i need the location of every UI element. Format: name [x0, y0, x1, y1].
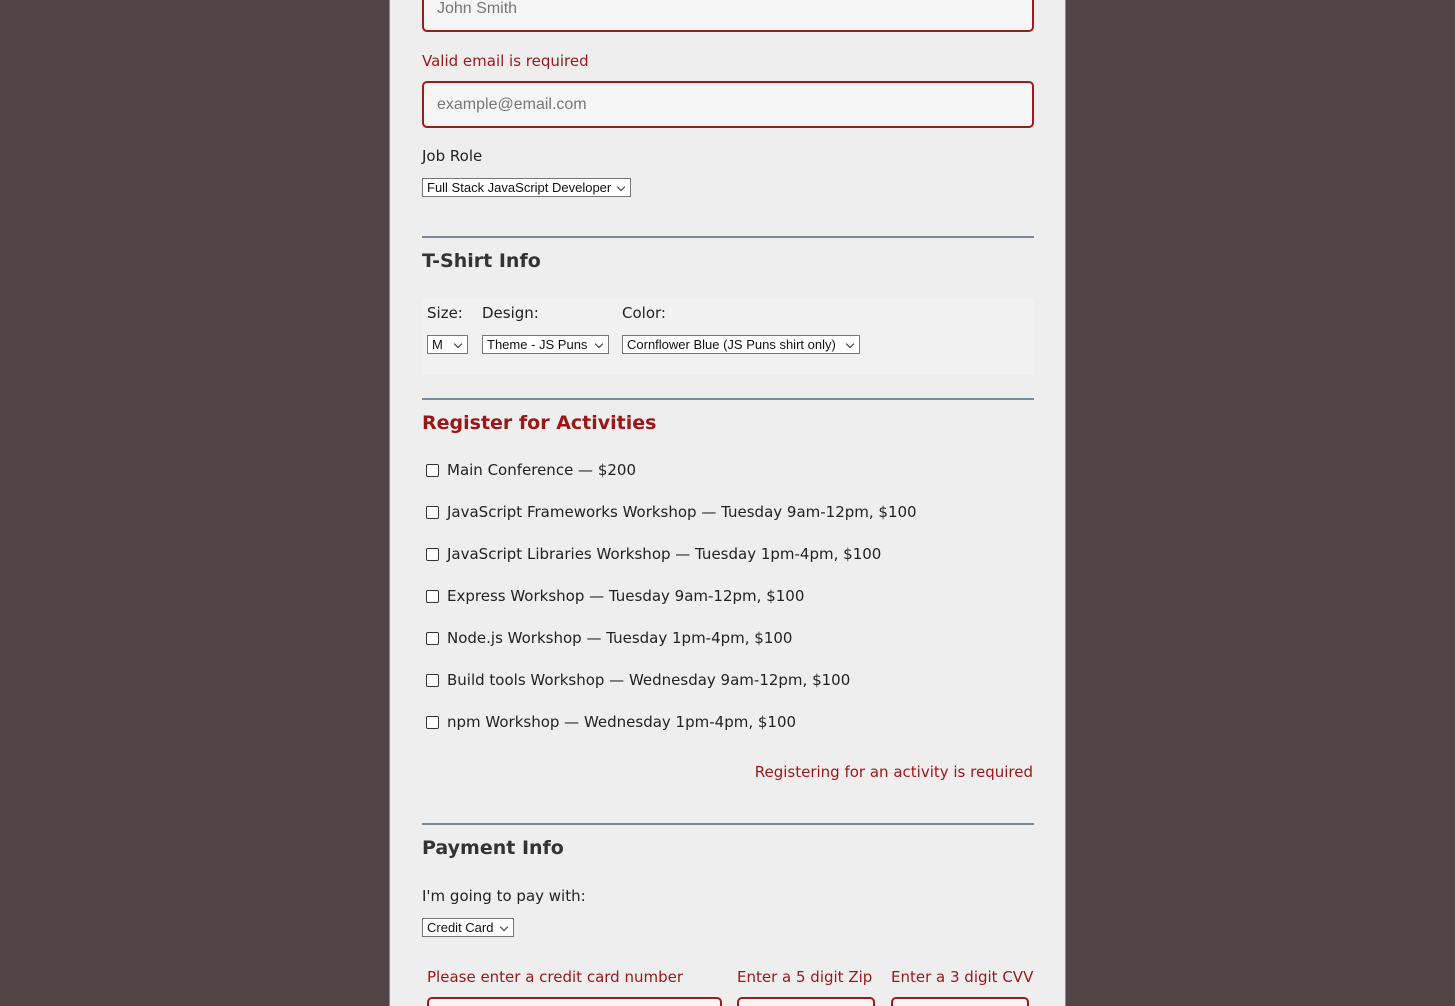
tshirt-heading: T-Shirt Info	[422, 250, 541, 272]
chevron-down-icon	[616, 182, 626, 192]
activity-checkbox[interactable]	[426, 632, 439, 645]
section-divider	[422, 236, 1034, 238]
chevron-down-icon	[453, 339, 463, 349]
zip-input[interactable]	[737, 997, 875, 1006]
job-role-select[interactable]: Full Stack JavaScript Developer	[422, 178, 631, 197]
activity-label: JavaScript Libraries Workshop — Tuesday …	[447, 545, 882, 563]
size-select[interactable]: M	[427, 335, 468, 354]
chevron-down-icon	[594, 339, 604, 349]
section-divider	[422, 823, 1034, 825]
payment-method-select[interactable]: Credit Card	[422, 918, 514, 937]
design-value: Theme - JS Puns	[487, 337, 588, 352]
cc-number-error: Please enter a credit card number	[427, 968, 684, 986]
payment-method-value: Credit Card	[427, 920, 494, 935]
activity-checkbox[interactable]	[426, 674, 439, 687]
cc-number-input[interactable]	[427, 997, 722, 1006]
registration-form: Valid email is required Job Role Full St…	[389, 0, 1066, 1006]
design-select[interactable]: Theme - JS Puns	[482, 335, 609, 354]
job-role-label: Job Role	[422, 147, 483, 165]
activity-checkbox[interactable]	[426, 590, 439, 603]
activity-label: npm Workshop — Wednesday 1pm-4pm, $100	[447, 713, 797, 731]
activity-label: Express Workshop — Tuesday 9am-12pm, $10…	[447, 587, 805, 605]
color-value: Cornflower Blue (JS Puns shirt only)	[627, 337, 836, 352]
color-label: Color:	[622, 304, 666, 322]
color-select[interactable]: Cornflower Blue (JS Puns shirt only)	[622, 335, 860, 354]
email-input[interactable]	[422, 81, 1034, 128]
design-label: Design:	[482, 304, 539, 322]
chevron-down-icon	[845, 339, 855, 349]
activity-checkbox[interactable]	[426, 716, 439, 729]
activity-label: Main Conference — $200	[447, 461, 637, 479]
chevron-down-icon	[499, 922, 509, 932]
cvv-input[interactable]	[891, 997, 1029, 1006]
zip-error: Enter a 5 digit Zip	[737, 968, 873, 986]
activity-label: JavaScript Frameworks Workshop — Tuesday…	[447, 503, 917, 521]
size-value: M	[432, 337, 443, 352]
payment-heading: Payment Info	[422, 837, 564, 859]
job-role-value: Full Stack JavaScript Developer	[427, 180, 612, 195]
name-input[interactable]	[422, 0, 1034, 32]
email-error: Valid email is required	[422, 52, 589, 70]
activity-checkbox[interactable]	[426, 548, 439, 561]
activity-checkbox[interactable]	[426, 506, 439, 519]
activity-label: Node.js Workshop — Tuesday 1pm-4pm, $100	[447, 629, 793, 647]
section-divider	[422, 398, 1034, 400]
activities-error: Registering for an activity is required	[754, 763, 1033, 781]
activity-label: Build tools Workshop — Wednesday 9am-12p…	[447, 671, 851, 689]
activity-checkbox[interactable]	[426, 464, 439, 477]
size-label: Size:	[427, 304, 463, 322]
activities-heading: Register for Activities	[422, 412, 657, 434]
payment-method-label: I'm going to pay with:	[422, 887, 586, 905]
cvv-error: Enter a 3 digit CVV	[891, 968, 1034, 986]
